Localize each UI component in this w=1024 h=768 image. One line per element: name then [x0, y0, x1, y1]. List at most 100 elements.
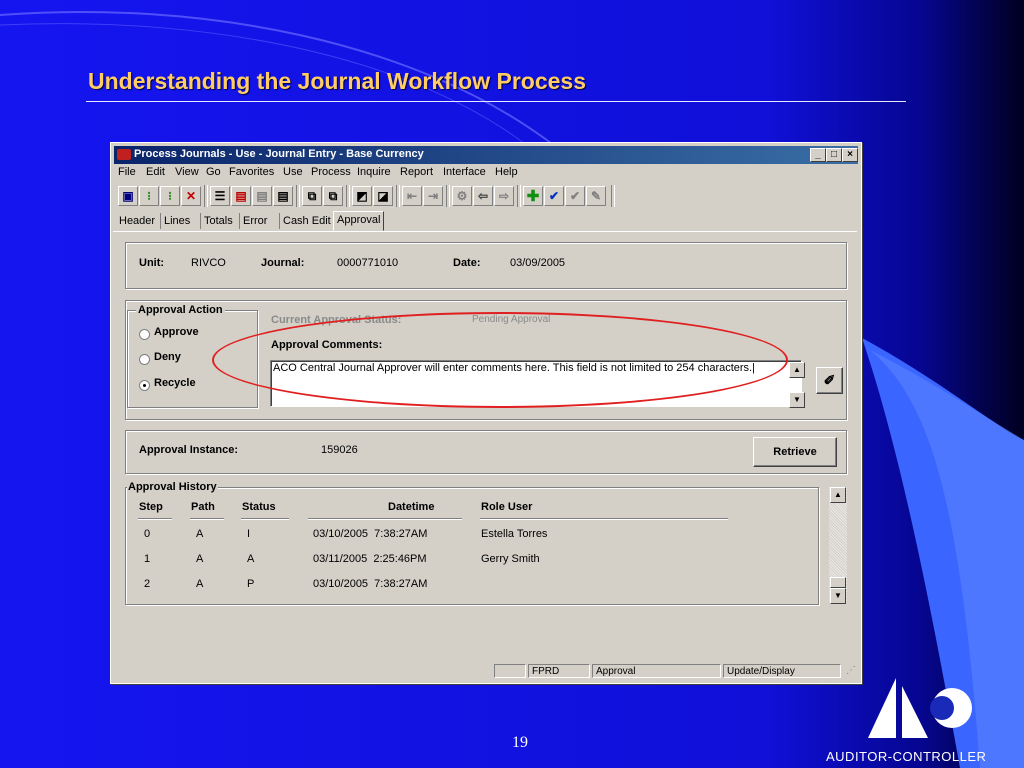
- back-arrow-icon[interactable]: ⇦: [473, 186, 493, 206]
- history-scroll-thumb[interactable]: [830, 577, 846, 588]
- window-titlebar[interactable]: Process Journals - Use - Journal Entry -…: [114, 146, 858, 164]
- tab-error[interactable]: Error: [239, 213, 270, 229]
- date-label: Date:: [453, 257, 481, 269]
- approval-instance-box: Approval Instance: 159026 Retrieve: [125, 430, 847, 474]
- unit-label: Unit:: [139, 257, 165, 269]
- delete-icon[interactable]: ✕: [181, 186, 201, 206]
- approval-instance-value: 159026: [321, 444, 358, 456]
- menu-favorites[interactable]: Favorites: [229, 166, 274, 178]
- approval-action-group: Approve Deny Recycle: [127, 310, 258, 408]
- menu-inquire[interactable]: Inquire: [357, 166, 391, 178]
- traffic-light-alert-icon[interactable]: ⁝: [160, 186, 180, 206]
- history-scroll-up[interactable]: ▲: [830, 487, 846, 503]
- status-mode: Update/Display: [723, 664, 841, 678]
- window-title: Process Journals - Use - Journal Entry -…: [134, 148, 424, 160]
- menu-file[interactable]: File: [118, 166, 136, 178]
- prev-icon[interactable]: ◪: [373, 186, 393, 206]
- copy-icon[interactable]: ⧉: [302, 186, 322, 206]
- approval-action-title: Approval Action: [136, 304, 225, 316]
- col-status: Status: [242, 501, 276, 513]
- history-scrollbar[interactable]: ▲ ▼: [829, 487, 847, 604]
- paste-icon[interactable]: ⧉: [323, 186, 343, 206]
- row2-step: 2: [144, 578, 151, 590]
- maximize-button[interactable]: □: [826, 148, 842, 162]
- journal-header-box: Unit: RIVCO Journal: 0000771010 Date: 03…: [125, 242, 847, 289]
- menu-use[interactable]: Use: [283, 166, 303, 178]
- deny-radio[interactable]: [139, 354, 150, 365]
- check-icon[interactable]: ✔: [544, 186, 564, 206]
- menu-process[interactable]: Process: [311, 166, 351, 178]
- recycle-radio[interactable]: [139, 380, 150, 391]
- tab-header[interactable]: Header: [116, 213, 158, 229]
- current-status-label: Current Approval Status:: [271, 314, 402, 326]
- save-icon[interactable]: ▣: [118, 186, 138, 206]
- col-step: Step: [139, 501, 163, 513]
- col-path: Path: [191, 501, 215, 513]
- row1-user: Gerry Smith: [481, 553, 540, 565]
- approve-label[interactable]: Approve: [154, 326, 199, 338]
- row0-user: Estella Torres: [481, 528, 548, 540]
- resize-grip-icon[interactable]: ⋰: [846, 665, 856, 676]
- col-datetime: Datetime: [388, 501, 435, 513]
- tab-approval[interactable]: Approval: [333, 211, 385, 231]
- menu-report[interactable]: Report: [400, 166, 433, 178]
- app-icon: [117, 149, 131, 160]
- recycle-label[interactable]: Recycle: [154, 377, 196, 389]
- insert-row-icon[interactable]: ▤: [231, 186, 251, 206]
- forward-arrow-icon[interactable]: ⇨: [494, 186, 514, 206]
- delete-row-icon[interactable]: ▤: [252, 186, 272, 206]
- next-icon[interactable]: ◩: [352, 186, 372, 206]
- status-bar: FPRD Approval Update/Display ⋰: [114, 663, 858, 679]
- list-icon[interactable]: ☰: [210, 186, 230, 206]
- approval-instance-label: Approval Instance:: [139, 444, 239, 456]
- page-icon[interactable]: ▤: [273, 186, 293, 206]
- row0-status: I: [247, 528, 251, 540]
- menu-bar: File Edit View Go Favorites Use Process …: [114, 165, 858, 181]
- approval-history-group: Step Path Status Datetime Role User 0 A …: [125, 487, 819, 605]
- row1-datetime: 03/11/2005 2:25:46PM: [313, 553, 427, 565]
- deny-label[interactable]: Deny: [154, 351, 181, 363]
- minimize-button[interactable]: _: [810, 148, 826, 162]
- gear-icon[interactable]: ⚙: [452, 186, 472, 206]
- menu-view[interactable]: View: [175, 166, 199, 178]
- menu-edit[interactable]: Edit: [146, 166, 165, 178]
- approval-comments-label: Approval Comments:: [271, 339, 383, 351]
- row2-status: P: [247, 578, 255, 590]
- menu-help[interactable]: Help: [495, 166, 518, 178]
- tab-strip: Header Lines Totals Error Cash Edit Appr…: [114, 211, 858, 231]
- row1-status: A: [247, 553, 255, 565]
- check-grey-icon[interactable]: ✔: [565, 186, 585, 206]
- app-window: Process Journals - Use - Journal Entry -…: [110, 142, 862, 684]
- status-page: Approval: [592, 664, 721, 678]
- retrieve-button[interactable]: Retrieve: [753, 437, 837, 467]
- auditor-controller-logo: [868, 678, 972, 738]
- last-icon[interactable]: ⇥: [423, 186, 443, 206]
- status-db: FPRD: [528, 664, 590, 678]
- approval-page: Unit: RIVCO Journal: 0000771010 Date: 03…: [113, 231, 857, 663]
- menu-interface[interactable]: Interface: [443, 166, 486, 178]
- add-icon[interactable]: ✚: [523, 186, 543, 206]
- slide-title: Understanding the Journal Workflow Proce…: [88, 68, 586, 94]
- row2-datetime: 03/10/2005 7:38:27AM: [313, 578, 428, 590]
- traffic-light-icon[interactable]: ⁝: [139, 186, 159, 206]
- row0-step: 0: [144, 528, 151, 540]
- comments-scroll-up[interactable]: ▲: [789, 362, 805, 378]
- title-divider: [86, 101, 906, 102]
- history-scroll-down[interactable]: ▼: [830, 588, 846, 604]
- close-button[interactable]: ×: [842, 148, 858, 162]
- tab-lines[interactable]: Lines: [160, 213, 193, 229]
- toolbar: ▣ ⁝ ⁝ ✕ ☰ ▤ ▤ ▤ ⧉ ⧉ ◩ ◪ ⇤ ⇥ ⚙ ⇦ ⇨ ✚ ✔ ✔ …: [114, 183, 858, 209]
- menu-go[interactable]: Go: [206, 166, 221, 178]
- approval-history-title: Approval History: [127, 481, 218, 493]
- comments-scroll-down[interactable]: ▼: [789, 392, 805, 408]
- tab-cash-edit[interactable]: Cash Edit: [279, 213, 334, 229]
- pencil-icon[interactable]: ✎: [586, 186, 606, 206]
- col-role-user: Role User: [481, 501, 533, 513]
- first-icon[interactable]: ⇤: [402, 186, 422, 206]
- spell-check-button[interactable]: ✐: [816, 367, 843, 394]
- row1-path: A: [196, 553, 204, 565]
- approval-comments-field[interactable]: ACO Central Journal Approver will enter …: [270, 360, 802, 407]
- date-value: 03/09/2005: [510, 257, 566, 269]
- tab-totals[interactable]: Totals: [200, 213, 236, 229]
- approve-radio[interactable]: [139, 329, 150, 340]
